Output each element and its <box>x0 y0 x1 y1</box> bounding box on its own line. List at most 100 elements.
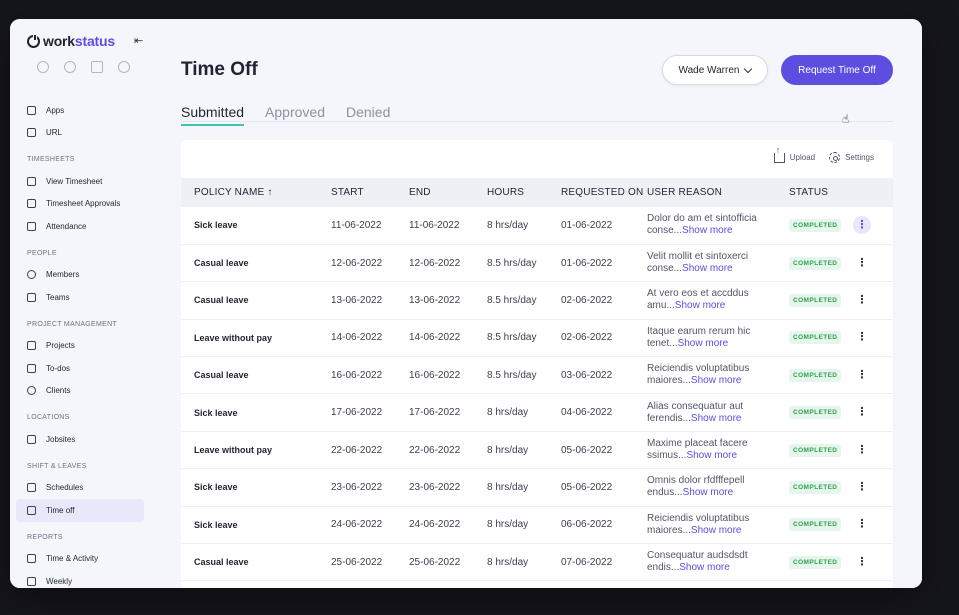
more-options-icon[interactable]: ⋮ <box>853 254 871 272</box>
calendar-icon[interactable] <box>91 61 103 73</box>
show-more-link[interactable]: Show more <box>675 300 726 311</box>
cell-policy-name: Sick leave <box>194 482 238 493</box>
sidebar-section-reports: REPORTS <box>27 533 63 541</box>
tab-denied[interactable]: Denied <box>346 104 390 126</box>
report-icon <box>27 576 36 586</box>
sidebar-item-timesheet-approvals[interactable]: Timesheet Approvals <box>10 193 154 216</box>
tab-approved[interactable]: Approved <box>265 104 325 126</box>
reason-text-truncated: maiores... <box>647 524 691 536</box>
cell-actions: ⋮ <box>853 506 893 543</box>
table-row[interactable]: Casual leave 25-06-2022 25-06-2022 8 hrs/da… <box>181 544 893 581</box>
column-header-status[interactable]: STATUS <box>789 178 853 207</box>
request-time-off-button[interactable]: Request Time Off <box>781 55 893 85</box>
chevron-down-icon <box>744 64 753 73</box>
upload-button[interactable]: Upload <box>773 145 815 163</box>
sidebar-item-time-activity[interactable]: Time & Activity <box>10 548 154 571</box>
more-options-icon[interactable]: ⋮ <box>853 478 871 496</box>
reason-text-truncated: maiores... <box>647 375 691 387</box>
show-more-link[interactable]: Show more <box>691 525 742 536</box>
reason-text-truncated: conse... <box>647 225 683 237</box>
column-header-end[interactable]: END <box>409 178 487 207</box>
table-row[interactable]: Leave without pay 22-06-2022 22-06-2022 8 h… <box>181 431 893 469</box>
more-options-icon[interactable]: ⋮ <box>853 366 871 384</box>
table-row[interactable]: Casual leave 12-06-2022 12-06-2022 8.5 hrs/… <box>181 244 893 282</box>
clock-icon[interactable] <box>64 61 76 73</box>
reason-text-truncated: ssimus... <box>647 450 687 462</box>
show-more-link[interactable]: Show more <box>691 413 742 424</box>
collapse-sidebar-icon[interactable]: ⇤ <box>134 34 143 47</box>
gear-icon <box>829 152 841 163</box>
table-row[interactable]: Casual leave 16-06-2022 16-06-2022 8.5 hrs/… <box>181 357 893 394</box>
cell-user-reason: Dolor do am et sintofficia conse...Show m… <box>647 207 789 244</box>
cell-end: 13-06-2022 <box>409 294 461 306</box>
add-icon[interactable] <box>37 61 49 73</box>
sidebar-nav: Apps URL TIMESHEETS View Timesheet Timesheet… <box>10 99 154 588</box>
sidebar-item-jobsites[interactable]: Jobsites <box>10 428 154 451</box>
sidebar-item-label: Teams <box>46 292 70 302</box>
reason-text-truncated: endus... <box>647 487 683 499</box>
sidebar-item-apps[interactable]: Apps <box>10 99 154 122</box>
column-header-hours[interactable]: HOURS <box>487 178 561 207</box>
table-row[interactable]: Sick leave 24-06-2022 24-06-2022 8 hrs/day 0… <box>181 506 893 544</box>
show-more-link[interactable]: Show more <box>683 487 734 498</box>
show-more-link[interactable]: Show more <box>686 450 737 461</box>
sidebar-item-schedules[interactable]: Schedules <box>10 477 154 500</box>
show-more-link[interactable]: Show more <box>679 562 730 573</box>
sidebar-item-attendance[interactable]: Attendance <box>10 215 154 238</box>
cell-actions: ⋮ <box>853 431 893 468</box>
bell-icon[interactable] <box>118 61 130 73</box>
more-options-icon[interactable]: ⋮ <box>853 553 871 571</box>
cell-user-reason: Alias consequatur aut ferendis...Show mor… <box>647 394 789 431</box>
show-more-link[interactable]: Show more <box>691 375 742 386</box>
logo[interactable]: workstatus <box>27 33 115 49</box>
cell-end: 25-06-2022 <box>409 556 461 568</box>
more-options-icon[interactable]: ⋮ <box>853 441 871 459</box>
sidebar-item-to-dos[interactable]: To-dos <box>10 357 154 380</box>
more-options-icon[interactable]: ⋮ <box>853 291 871 309</box>
user-select[interactable]: Wade Warren <box>662 55 768 85</box>
column-header-policy-name[interactable]: POLICY NAME ↑ <box>181 178 331 207</box>
reason-text: At vero eos et accddus <box>647 288 749 300</box>
sidebar-item-clients[interactable]: Clients <box>10 380 154 403</box>
more-options-icon[interactable]: ⋮ <box>853 516 871 534</box>
more-options-icon[interactable]: ⋮ <box>853 404 871 422</box>
show-more-link[interactable]: Show more <box>682 263 733 274</box>
sidebar-item-weekly[interactable]: Weekly <box>10 570 154 588</box>
table-row[interactable]: Sick leave 17-06-2022 17-06-2022 8 hrs/day 0… <box>181 394 893 432</box>
sidebar-item-view-timesheet[interactable]: View Timesheet <box>10 170 154 193</box>
activity-icon <box>27 554 36 564</box>
table-row[interactable]: Casual leave 13-06-2022 13-06-2022 8.5 hrs/… <box>181 282 893 320</box>
sidebar-item-members[interactable]: Members <box>10 264 154 287</box>
cell-start: 22-06-2022 <box>331 444 383 456</box>
column-header-user-reason[interactable]: USER REASON <box>647 178 789 207</box>
sidebar-item-teams[interactable]: Teams <box>10 286 154 309</box>
cell-status: COMPLETED <box>789 431 853 468</box>
table-row[interactable]: Sick leave 23-06-2022 23-06-2022 8 hrs/day 0… <box>181 469 893 507</box>
column-header-requested-on[interactable]: REQUESTED ON <box>561 178 647 207</box>
table-row[interactable]: Sick leave 11-06-2022 11-06-2022 8 hrs/day 0… <box>181 207 893 245</box>
cell-start: 25-06-2022 <box>331 556 383 568</box>
timesheet-icon <box>27 176 36 186</box>
cell-status: COMPLETED <box>789 357 853 394</box>
table-row[interactable]: Leave without pay 14-06-2022 14-06-2022 8.5… <box>181 319 893 357</box>
settings-button[interactable]: Settings <box>829 152 874 163</box>
show-more-link[interactable]: Show more <box>682 225 733 236</box>
sidebar-item-url[interactable]: URL <box>10 122 154 145</box>
more-options-icon[interactable]: ⋮ <box>853 329 871 347</box>
more-options-icon[interactable]: ⋮ <box>853 216 871 235</box>
column-header-start[interactable]: START <box>331 178 409 207</box>
cell-start: 17-06-2022 <box>331 407 383 419</box>
cell-actions: ⋮ <box>853 207 893 244</box>
sidebar-item-projects[interactable]: Projects <box>10 335 154 358</box>
cell-hours: 8 hrs/day <box>487 444 529 456</box>
sidebar-section-shift-leaves: SHIFT & LEAVES <box>27 462 87 470</box>
tab-submitted[interactable]: Submitted <box>181 104 245 126</box>
sidebar-item-time-off[interactable]: Time off <box>16 499 144 522</box>
tab-divider <box>181 121 893 122</box>
sidebar-item-label: Timesheet Approvals <box>46 199 121 209</box>
cell-user-reason: Reiciendis voluptatibus maiores...Show mo… <box>647 506 789 543</box>
show-more-link[interactable]: Show more <box>678 338 729 349</box>
cell-status: COMPLETED <box>789 506 853 543</box>
